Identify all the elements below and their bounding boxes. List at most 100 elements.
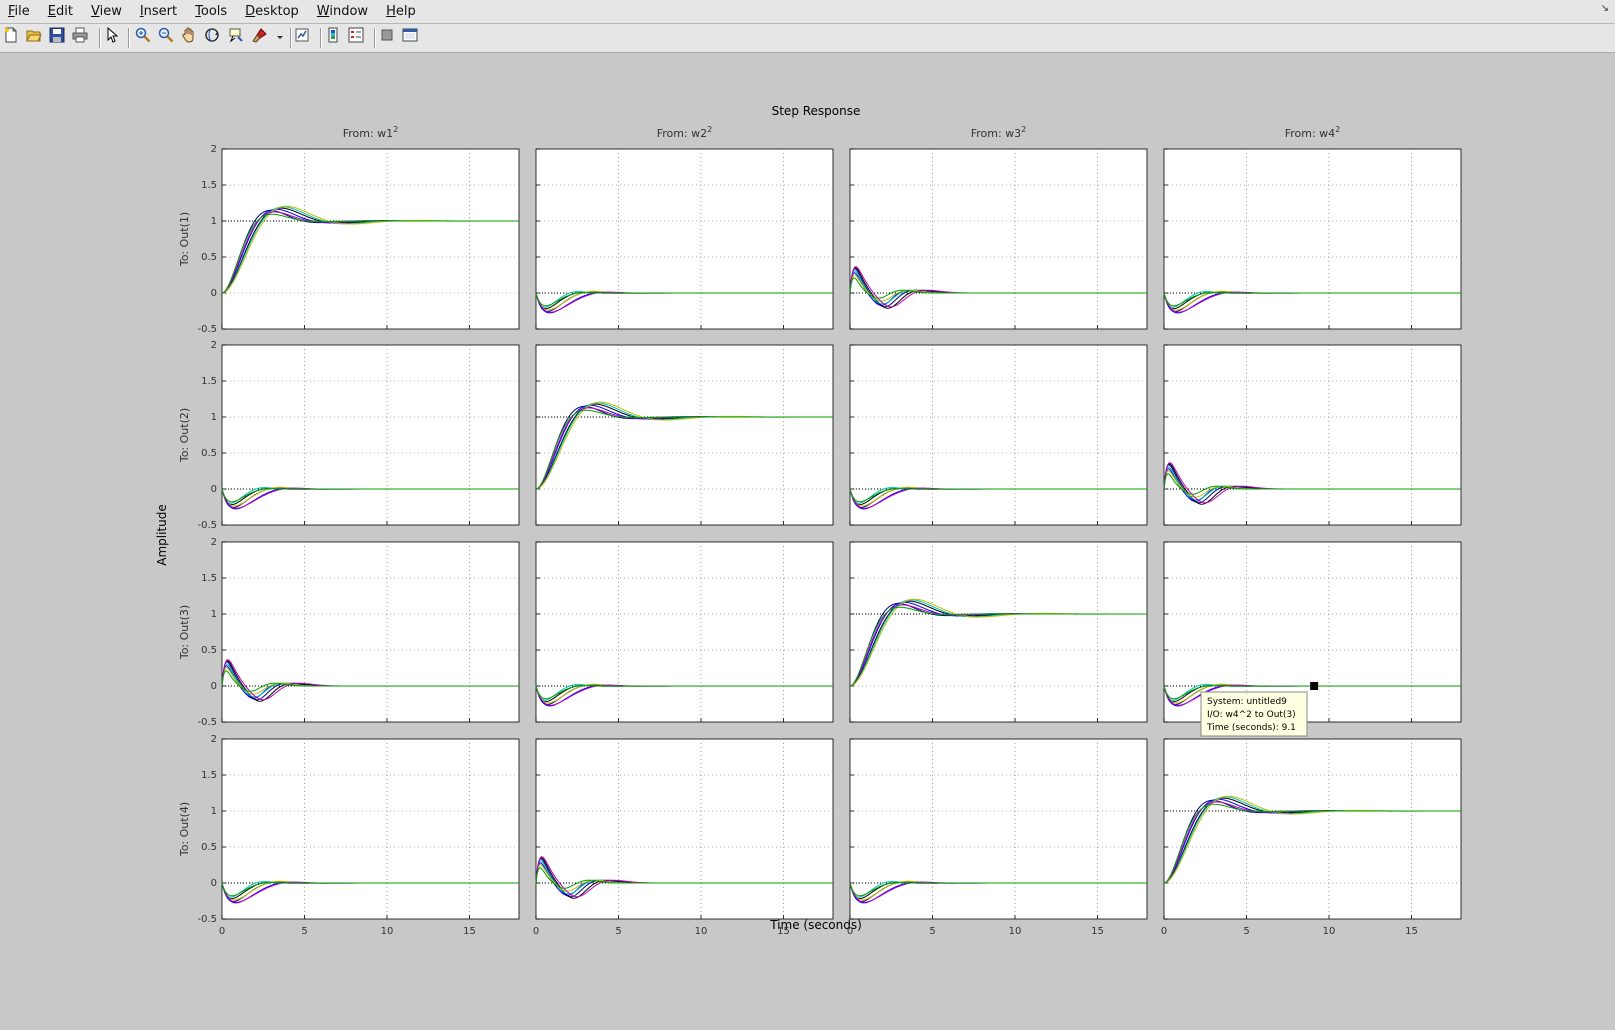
axes-background bbox=[535, 344, 834, 526]
zoom-in-button[interactable] bbox=[133, 27, 153, 47]
axes-background bbox=[535, 738, 834, 920]
x-tick-label: 15 bbox=[777, 926, 790, 937]
show-plot-tools-button[interactable] bbox=[400, 27, 420, 47]
menu-edit[interactable]: Edit bbox=[40, 0, 83, 23]
show-plot-tools-icon bbox=[402, 27, 418, 47]
axes-background bbox=[221, 541, 520, 723]
y-tick-label: 0 bbox=[211, 288, 217, 299]
axes-background bbox=[1163, 738, 1462, 920]
subplot-3-2[interactable] bbox=[535, 541, 834, 723]
axes-background bbox=[849, 541, 1148, 723]
y-tick-label: 2 bbox=[211, 537, 217, 548]
y-tick-label: -0.5 bbox=[197, 717, 217, 728]
link-plot-button[interactable] bbox=[292, 27, 312, 47]
menu-view[interactable]: View bbox=[83, 0, 132, 23]
subplot-2-4[interactable] bbox=[1163, 344, 1462, 526]
y-tick-label: 0.5 bbox=[201, 252, 217, 263]
y-tick-label: 0 bbox=[211, 681, 217, 692]
rotate-3d-icon bbox=[204, 27, 220, 47]
row-label: To: Out(2) bbox=[178, 408, 191, 463]
y-tick-label: 1.5 bbox=[201, 180, 217, 191]
x-tick-label: 15 bbox=[463, 926, 476, 937]
subplot-4-4[interactable]: 0 5 10 15 bbox=[1161, 738, 1462, 937]
x-tick-label: 10 bbox=[1323, 926, 1336, 937]
data-cursor-icon bbox=[228, 27, 244, 47]
brush-dropdown-icon[interactable] bbox=[276, 27, 284, 47]
subplot-1-3[interactable] bbox=[849, 148, 1148, 330]
pan-hand-icon bbox=[181, 27, 197, 47]
x-tick-label: 5 bbox=[1243, 926, 1249, 937]
brush-button[interactable] bbox=[250, 27, 270, 47]
column-title: From: w22 bbox=[657, 125, 713, 140]
pointer-button[interactable] bbox=[102, 26, 122, 47]
datatip-marker[interactable] bbox=[1310, 682, 1319, 690]
x-tick-label: 0 bbox=[533, 926, 539, 937]
subplot-1-4[interactable] bbox=[1163, 148, 1462, 330]
axes-background bbox=[849, 344, 1148, 526]
colorbar-button[interactable] bbox=[323, 27, 343, 47]
data-cursor-button[interactable] bbox=[226, 27, 246, 47]
y-tick-label: 2 bbox=[211, 144, 217, 155]
y-tick-label: 0.5 bbox=[201, 842, 217, 853]
subplot-1-2[interactable] bbox=[535, 148, 834, 330]
menu-window[interactable]: Window bbox=[309, 0, 378, 23]
y-tick-label: 1.5 bbox=[201, 573, 217, 584]
window-restore-icon[interactable]: ↘ bbox=[1601, 3, 1609, 14]
y-tick-label: 1.5 bbox=[201, 770, 217, 781]
y-tick-label: 2 bbox=[211, 340, 217, 351]
hide-plot-tools-button[interactable] bbox=[377, 27, 397, 47]
menu-help[interactable]: Help bbox=[378, 0, 426, 23]
menu-file[interactable]: File bbox=[0, 0, 40, 23]
y-tick-label: -0.5 bbox=[197, 324, 217, 335]
subplot-2-1[interactable]: -0.5 0 0.5 1 1.5 2 bbox=[197, 340, 520, 531]
menu-insert[interactable]: Insert bbox=[132, 0, 187, 23]
new-figure-button[interactable] bbox=[1, 27, 21, 47]
y-tick-label: -0.5 bbox=[197, 914, 217, 925]
subplot-1-1[interactable]: -0.5 0 0.5 1 1.5 2 bbox=[197, 144, 520, 335]
x-tick-label: 0 bbox=[847, 926, 853, 937]
subplot-4-1[interactable]: -0.500.511.520 5 10 15 bbox=[197, 734, 520, 937]
datatip-text: I/O: w4^2 to Out(3) bbox=[1207, 710, 1296, 720]
axes-background bbox=[535, 541, 834, 723]
subplot-4-2[interactable]: 0 5 10 15 bbox=[533, 738, 834, 937]
open-file-button[interactable] bbox=[24, 27, 44, 47]
x-tick-label: 5 bbox=[929, 926, 935, 937]
y-axis-label: Amplitude bbox=[155, 504, 169, 566]
column-title: From: w32 bbox=[971, 125, 1027, 140]
row-label: To: Out(1) bbox=[178, 212, 191, 267]
menu-tools[interactable]: Tools bbox=[187, 0, 237, 23]
toolbar-separator bbox=[320, 28, 322, 48]
toolbar-separator bbox=[374, 28, 376, 48]
open-file-icon bbox=[26, 27, 42, 47]
subplot-4-3[interactable]: 0 5 10 15 bbox=[847, 738, 1148, 937]
legend-button[interactable] bbox=[346, 27, 366, 47]
new-figure-icon bbox=[3, 27, 19, 47]
hide-plot-tools-icon bbox=[379, 27, 395, 47]
y-tick-label: 1 bbox=[211, 216, 217, 227]
toolbar-separator bbox=[99, 28, 101, 48]
print-button[interactable] bbox=[70, 27, 90, 47]
menu-desktop[interactable]: Desktop bbox=[237, 0, 309, 23]
toolbar bbox=[0, 24, 1615, 53]
subplot-3-3[interactable] bbox=[849, 541, 1148, 723]
brush-icon bbox=[252, 27, 268, 47]
save-button[interactable] bbox=[47, 27, 67, 47]
zoom-in-icon bbox=[135, 27, 151, 47]
x-tick-label: 0 bbox=[1161, 926, 1167, 937]
figure-area: Step Response Time (seconds) Amplitude From… bbox=[0, 53, 1615, 1026]
x-tick-label: 5 bbox=[301, 926, 307, 937]
pan-hand-button[interactable] bbox=[179, 27, 199, 47]
axes-background bbox=[849, 738, 1148, 920]
toolbar-separator bbox=[128, 28, 130, 48]
subplot-2-3[interactable] bbox=[849, 344, 1148, 526]
zoom-out-button[interactable] bbox=[156, 27, 176, 47]
datatip-text: System: untitled9 bbox=[1207, 697, 1287, 707]
subplot-2-2[interactable] bbox=[535, 344, 834, 526]
rotate-3d-button[interactable] bbox=[202, 27, 222, 47]
axes-background bbox=[221, 148, 520, 330]
x-tick-label: 5 bbox=[615, 926, 621, 937]
x-tick-label: 0 bbox=[219, 926, 225, 937]
x-tick-label: 10 bbox=[381, 926, 394, 937]
x-tick-label: 15 bbox=[1091, 926, 1104, 937]
subplot-3-1[interactable]: -0.5 0 0.5 1 1.5 2 bbox=[197, 537, 520, 728]
